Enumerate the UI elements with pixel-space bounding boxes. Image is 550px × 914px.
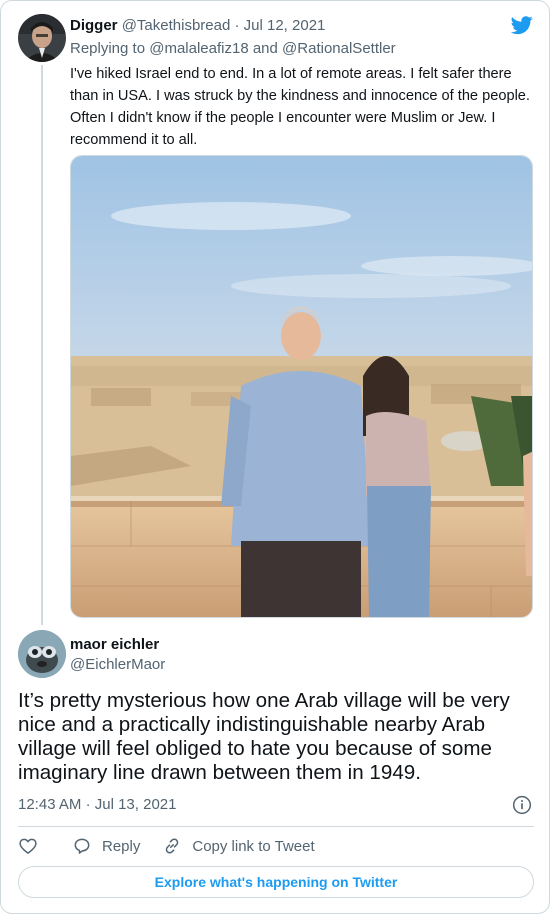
actions-divider [18, 826, 534, 827]
parent-tweet-header: Digger @Takethisbread · Jul 12, 2021 [70, 16, 325, 36]
twitter-bird-icon[interactable] [509, 14, 535, 36]
link-icon [166, 838, 179, 854]
main-author-handle[interactable]: @EichlerMaor [70, 655, 165, 675]
info-icon[interactable] [512, 795, 532, 815]
parent-author-handle[interactable]: @Takethisbread [122, 17, 231, 34]
thread-connector [41, 65, 43, 625]
explore-twitter-button[interactable]: Explore what's happening on Twitter [18, 866, 534, 898]
mention-link[interactable]: @RationalSettler [282, 40, 396, 57]
avatar-digger[interactable] [18, 14, 66, 62]
main-author-name[interactable]: maor eichler [70, 635, 159, 655]
parent-separator: · [234, 17, 240, 34]
heart-icon [19, 838, 37, 854]
replying-to-line: Replying to @malaleafiz18 and @RationalS… [70, 39, 396, 59]
main-tweet-text: It’s pretty mysterious how one Arab vill… [18, 689, 510, 784]
parent-date[interactable]: Jul 12, 2021 [244, 17, 326, 34]
timestamp-separator: · [85, 796, 91, 813]
tweet-date[interactable]: Jul 13, 2021 [95, 796, 177, 813]
speech-bubble-icon [74, 838, 90, 854]
like-button[interactable] [18, 836, 38, 856]
tweet-photo[interactable] [70, 155, 533, 618]
reply-button[interactable]: Reply [72, 836, 140, 856]
tweet-embed-card: Digger @Takethisbread · Jul 12, 2021 Rep… [0, 0, 550, 914]
parent-tweet-text: I've hiked Israel end to end. In a lot o… [70, 66, 530, 148]
replying-prefix: Replying to [70, 40, 146, 57]
avatar-maor-eichler[interactable] [18, 630, 66, 678]
mention-link[interactable]: @malaleafiz18 [149, 40, 248, 57]
copy-link-label: Copy link to Tweet [192, 837, 315, 855]
copy-link-button[interactable]: Copy link to Tweet [162, 836, 315, 856]
reply-label: Reply [102, 837, 141, 855]
tweet-actions: Reply Copy link to Tweet [18, 835, 315, 857]
parent-author-name[interactable]: Digger [70, 17, 118, 34]
tweet-time[interactable]: 12:43 AM [18, 796, 81, 813]
tweet-timestamp[interactable]: 12:43 AM · Jul 13, 2021 [18, 795, 176, 815]
replying-joiner: and [252, 40, 278, 57]
